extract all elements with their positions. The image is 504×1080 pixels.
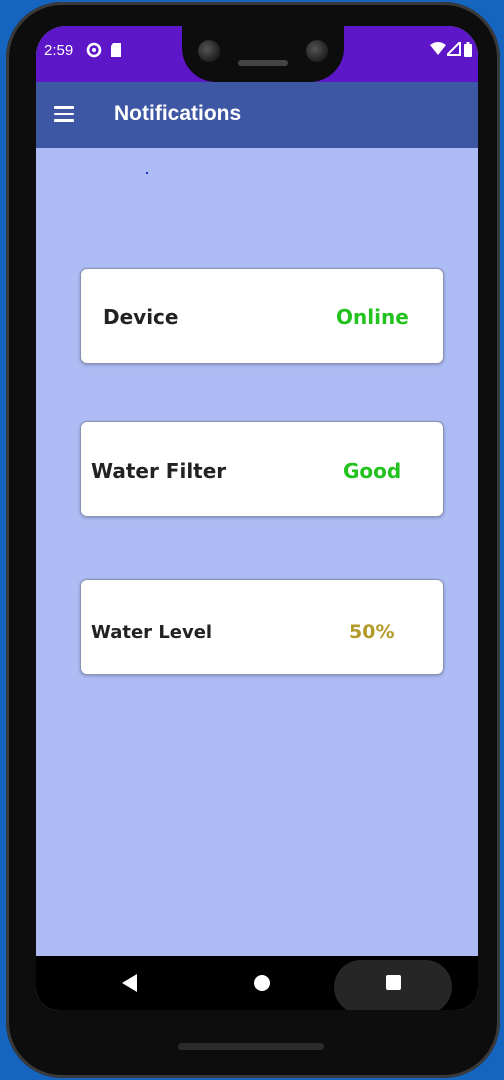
signal-icon: [444, 39, 461, 61]
bottom-speaker: [178, 1043, 324, 1050]
sd-card-icon: [110, 42, 122, 63]
card-value: 50%: [349, 621, 395, 643]
status-bar: 2:59: [36, 26, 478, 82]
stray-dot: [146, 172, 148, 174]
card-label: Device: [103, 305, 179, 329]
camera-notch: [182, 26, 344, 82]
navigation-bar: [36, 956, 478, 1010]
card-value: Online: [336, 305, 409, 329]
home-icon[interactable]: [254, 975, 270, 991]
earpiece-speaker: [238, 60, 288, 66]
status-time: 2:59: [44, 42, 74, 59]
device-status-card: Device Online: [80, 268, 444, 364]
card-label: Water Level: [91, 622, 213, 643]
notification-ring-icon: [86, 42, 102, 63]
card-label: Water Filter: [91, 459, 227, 483]
card-value: Good: [343, 459, 402, 483]
app-bar: Notifications: [36, 82, 478, 148]
phone-frame: 2:59 Notifications Device Online Water F…: [6, 2, 500, 1078]
recents-icon[interactable]: [386, 975, 401, 990]
hamburger-menu-icon[interactable]: [54, 106, 74, 122]
wifi-icon: [430, 42, 446, 61]
water-level-card: Water Level 50%: [80, 579, 444, 675]
battery-icon: [464, 42, 472, 62]
front-camera-icon: [306, 40, 328, 62]
back-icon[interactable]: [122, 974, 137, 992]
screen: 2:59 Notifications Device Online Water F…: [36, 26, 478, 1010]
front-camera-icon: [198, 40, 220, 62]
water-filter-card: Water Filter Good: [80, 421, 444, 517]
page-title: Notifications: [114, 102, 242, 125]
